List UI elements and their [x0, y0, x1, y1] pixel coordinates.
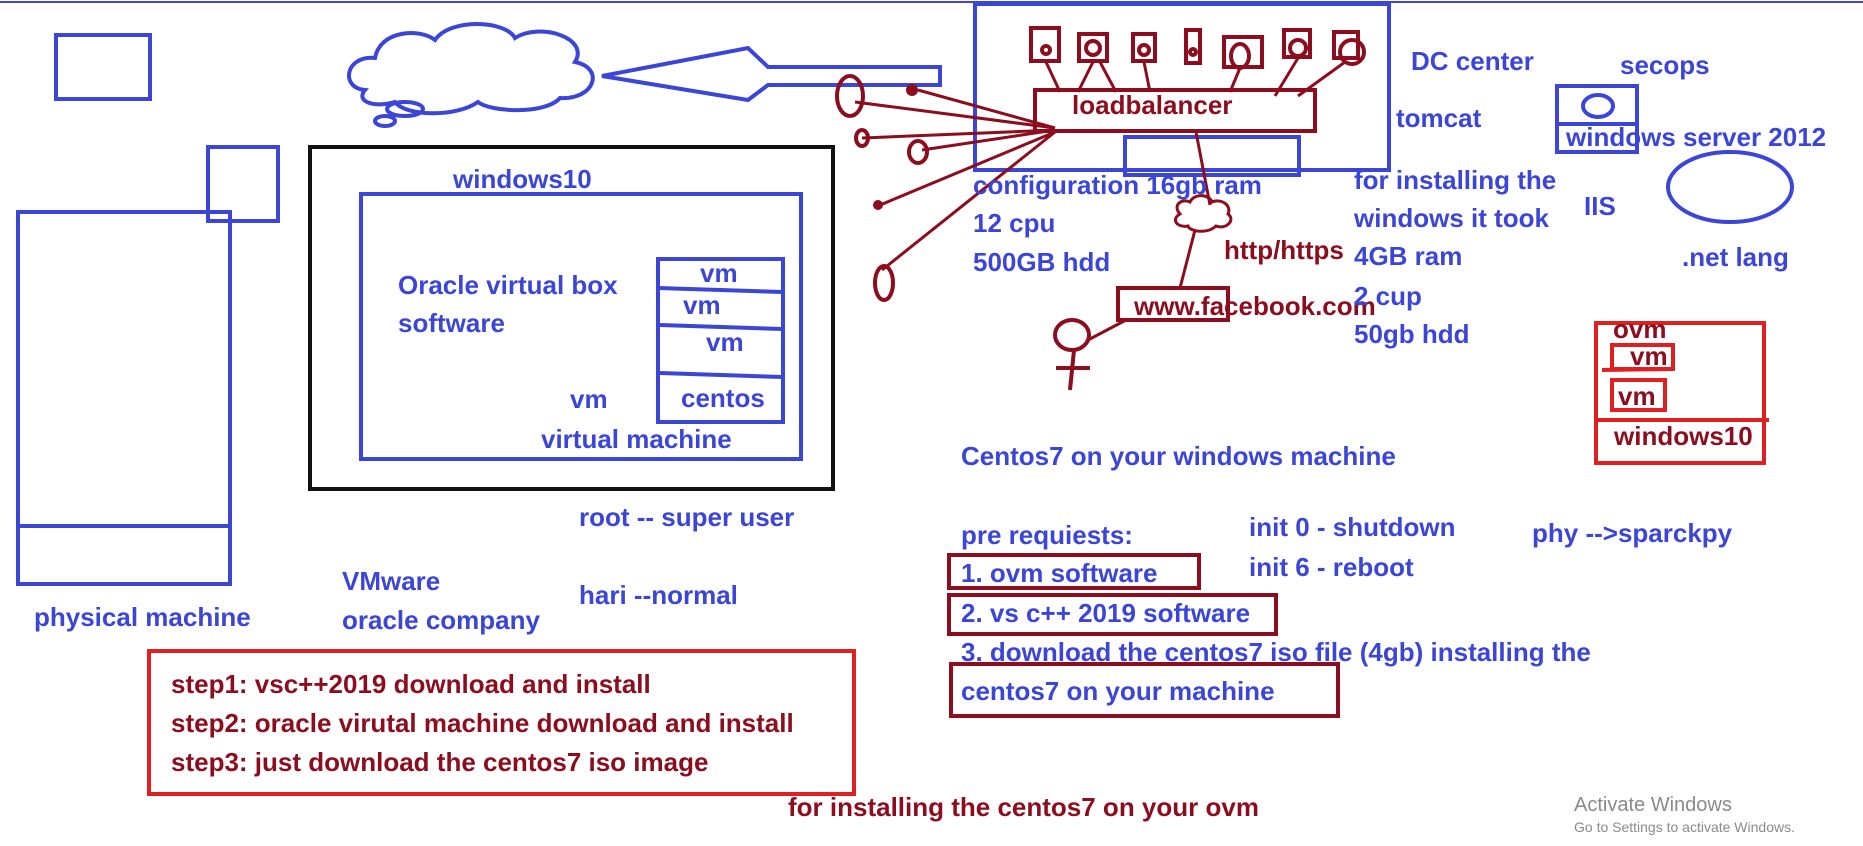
monitor-small-rect: [54, 33, 152, 101]
client-dot: [906, 84, 918, 96]
vm-stack-item: vm: [683, 290, 721, 320]
centos-title: Centos7 on your windows machine: [961, 441, 1396, 471]
server-led: [1288, 38, 1308, 58]
facebook-label: www.facebook.com: [1134, 291, 1376, 321]
small-square: [206, 145, 280, 223]
server-icon: [1184, 28, 1202, 65]
footer-text: for installing the centos7 on your ovm: [788, 792, 1259, 822]
dc-center-label: DC center: [1411, 46, 1534, 76]
hari-user-text: hari --normal: [579, 580, 738, 610]
server-led: [1229, 42, 1251, 70]
client-dot: [873, 200, 883, 210]
server-icon: [1332, 30, 1360, 60]
ovm-vm-label: vm: [1630, 341, 1668, 371]
stick-user: [1053, 318, 1091, 391]
facebook-to-user: [1087, 318, 1127, 342]
iis-label: IIS: [1584, 191, 1616, 221]
vm-label: vm: [570, 384, 608, 414]
user-head: [1053, 318, 1091, 352]
server-led: [1084, 39, 1102, 57]
win-install-line: 2 cup: [1354, 281, 1422, 311]
internet-cloud: [1174, 194, 1233, 233]
win-install-line: windows it took: [1354, 203, 1549, 233]
prereq-heading: pre requiests:: [961, 520, 1133, 550]
win-install-line: 4GB ram: [1354, 241, 1463, 271]
server-led: [1040, 44, 1052, 56]
secops-lens: [1581, 93, 1615, 119]
loadbalancer-label: loadbalancer: [1072, 90, 1233, 120]
http-https-label: http/https: [1224, 235, 1344, 265]
vmware-label: VMware: [342, 566, 441, 596]
cloud-to-facebook: [1178, 229, 1197, 289]
client-node: [907, 139, 929, 165]
phy-text: phy -->sparckpy: [1532, 518, 1733, 548]
step-3-text: step3: just download the centos7 iso ima…: [171, 747, 709, 777]
server-led: [1137, 43, 1151, 57]
client-node: [873, 264, 895, 302]
step-2-text: step2: oracle virutal machine download a…: [171, 708, 794, 738]
config-hdd: 500GB hdd: [973, 247, 1111, 277]
cloud-puff-2: [373, 114, 397, 128]
vm-stack-item: vm: [700, 258, 738, 288]
prereq-item-2: 2. vs c++ 2019 software: [961, 598, 1251, 628]
physical-machine-label: physical machine: [34, 602, 251, 632]
oracle-virtualbox-line2: software: [398, 308, 505, 338]
tower-rect: [16, 210, 232, 586]
virtual-machine-label: virtual machine: [541, 424, 732, 454]
dotnet-label: .net lang: [1682, 242, 1789, 272]
windows-server-label: windows server 2012: [1566, 122, 1827, 152]
iis-ellipse: [1666, 150, 1794, 224]
vm-divider-3: [659, 371, 784, 379]
config-ram: configuration 16gb ram: [973, 170, 1262, 200]
init0-text: init 0 - shutdown: [1249, 512, 1456, 542]
win-install-line: for installing the: [1354, 165, 1557, 195]
init6-text: init 6 - reboot: [1249, 552, 1414, 582]
prereq-item-1: 1. ovm software: [961, 558, 1158, 588]
win-install-line: 50gb hdd: [1354, 319, 1470, 349]
prereq-item-3: 3. download the centos7 iso file (4gb) i…: [961, 637, 1591, 667]
server-led: [1188, 47, 1198, 57]
config-cpu: 12 cpu: [973, 208, 1056, 238]
activate-windows-title: Activate Windows: [1574, 794, 1732, 816]
oracle-company-label: oracle company: [342, 605, 540, 635]
vm-stack-centos: centos: [681, 383, 765, 413]
server-icons: [1029, 26, 1366, 70]
tomcat-label: tomcat: [1396, 103, 1482, 133]
cloud-shape: [347, 22, 595, 116]
client-node: [835, 74, 865, 118]
physical-machine-sketch: [16, 33, 280, 586]
vm-stack-item: vm: [706, 327, 744, 357]
step-1-text: step1: vsc++2019 download and install: [171, 669, 651, 699]
oracle-virtualbox-line1: Oracle virtual box: [398, 270, 618, 300]
secops-label: secops: [1620, 50, 1710, 80]
activate-windows-subtitle: Go to Settings to activate Windows.: [1574, 819, 1795, 835]
server-led: [1338, 38, 1366, 66]
root-user-text: root -- super user: [579, 502, 795, 532]
ovm-label: ovm: [1613, 314, 1667, 344]
ovm-vm-label: vm: [1618, 381, 1656, 411]
ovm-windows10-label: windows10: [1614, 421, 1753, 451]
prereq-item-4: centos7 on your machine: [961, 676, 1275, 706]
windows10-label: windows10: [453, 164, 592, 194]
cloud-arrow: [601, 45, 942, 103]
